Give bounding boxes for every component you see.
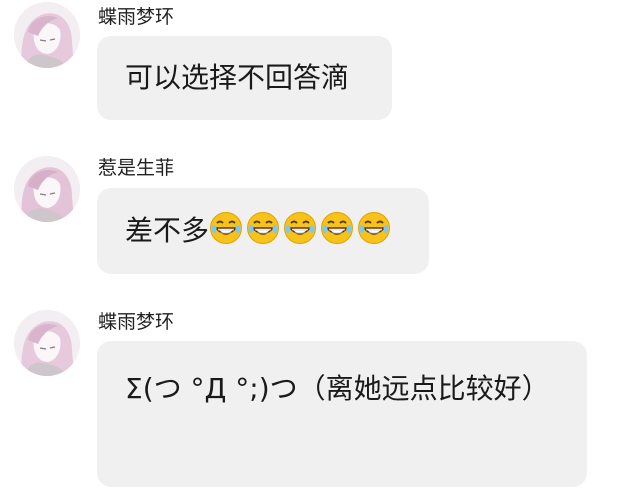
avatar[interactable]: [14, 2, 80, 68]
sender-name: 惹是生菲: [98, 157, 175, 179]
message-text: Σ(つ °Д °;)つ（离她远点比较好）: [125, 372, 550, 405]
anime-girl-avatar-icon: [14, 2, 80, 68]
emoji-row: [209, 193, 394, 279]
message-bubble[interactable]: Σ(つ °Д °;)つ（离她远点比较好）: [97, 341, 587, 487]
avatar[interactable]: [14, 310, 80, 376]
sender-name: 蝶雨梦环: [98, 311, 175, 333]
avatar[interactable]: [14, 156, 80, 222]
chat-thread: 蝶雨梦环 可以选择不回答滴 惹是生菲 差不多 蝶雨梦环 Σ(つ °Д °;)つ（…: [0, 0, 640, 504]
laughing-tears-emoji: [246, 211, 280, 245]
laughing-tears-emoji: [320, 211, 354, 245]
message-bubble[interactable]: 可以选择不回答滴: [97, 36, 392, 120]
laughing-tears-emoji: [209, 211, 243, 245]
message-text: 可以选择不回答滴: [125, 61, 350, 94]
sender-name: 蝶雨梦环: [98, 6, 175, 28]
anime-girl-avatar-icon: [14, 310, 80, 376]
laughing-tears-emoji: [357, 211, 391, 245]
message-bubble[interactable]: 差不多: [97, 188, 429, 274]
laughing-tears-emoji: [283, 211, 317, 245]
anime-girl-avatar-icon: [14, 156, 80, 222]
message-text: 差不多: [125, 214, 210, 247]
